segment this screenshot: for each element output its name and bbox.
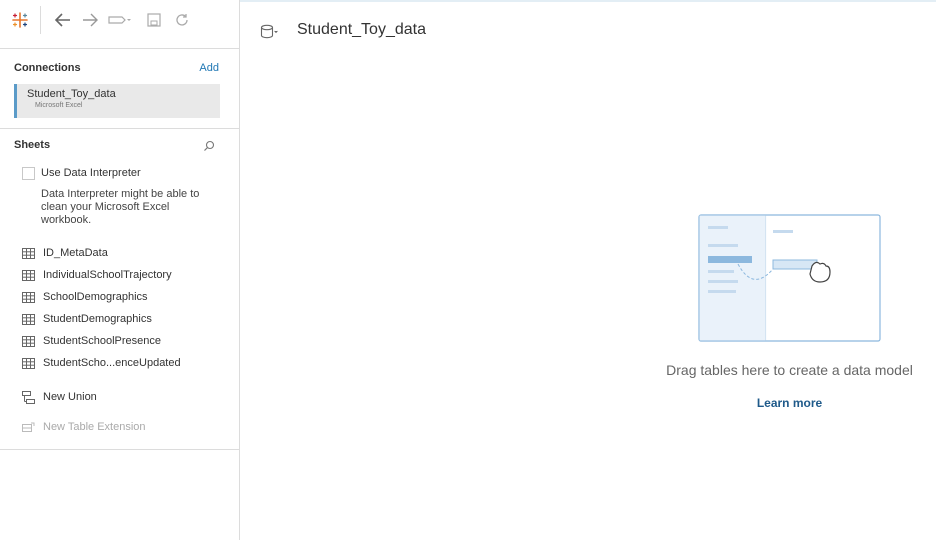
data-model-canvas[interactable]: Student_Toy_data Drag tables here to cre…	[241, 0, 936, 540]
learn-more-link[interactable]: Learn more	[652, 396, 927, 410]
new-union-label: New Union	[43, 391, 97, 403]
sheet-label: ID_MetaData	[43, 247, 108, 259]
connection-item[interactable]: Student_Toy_data Microsoft Excel	[14, 84, 220, 118]
sheet-item[interactable]: StudentDemographics	[22, 311, 152, 327]
data-interpreter-checkbox[interactable]	[22, 167, 35, 180]
data-interpreter-description: Data Interpreter might be able to clean …	[41, 188, 200, 226]
toolbar-divider	[0, 48, 240, 49]
connection-name: Student_Toy_data	[27, 88, 116, 100]
sheet-item[interactable]: ID_MetaData	[22, 245, 108, 261]
table-icon	[22, 335, 35, 347]
sheet-label: StudentScho...enceUpdated	[43, 357, 181, 369]
table-extension-icon	[22, 422, 35, 432]
new-union-item[interactable]: New Union	[22, 389, 97, 405]
connection-type: Microsoft Excel	[35, 102, 83, 109]
sheet-label: IndividualSchoolTrajectory	[43, 269, 172, 281]
save-icon[interactable]	[146, 10, 162, 30]
datasource-title[interactable]: Student_Toy_data	[297, 21, 426, 39]
table-icon	[22, 269, 35, 281]
table-icon	[22, 313, 35, 325]
data-interpreter-label[interactable]: Use Data Interpreter	[41, 167, 141, 179]
refresh-icon[interactable]	[174, 10, 190, 30]
sheets-divider	[0, 449, 240, 450]
sheet-label: StudentSchoolPresence	[43, 335, 162, 347]
add-connection-link[interactable]: Add	[199, 62, 219, 74]
table-icon	[22, 291, 35, 303]
sheet-item[interactable]: IndividualSchoolTrajectory	[22, 267, 172, 283]
datasource-icon[interactable]	[260, 24, 278, 40]
new-table-extension-item: New Table Extension	[22, 419, 146, 435]
sheets-title: Sheets	[14, 139, 51, 151]
toolbar	[0, 0, 240, 40]
empty-canvas-message: Drag tables here to create a data model	[666, 362, 913, 378]
data-source-dropdown-icon[interactable]	[107, 10, 131, 30]
connections-divider	[0, 128, 240, 129]
connections-title: Connections	[14, 62, 81, 74]
table-icon	[22, 247, 35, 259]
new-table-extension-label: New Table Extension	[43, 421, 146, 433]
toolbar-separator	[40, 6, 41, 34]
data-model-illustration	[698, 214, 881, 342]
sheet-item[interactable]: StudentSchoolPresence	[22, 333, 161, 349]
sheet-label: SchoolDemographics	[43, 291, 148, 303]
tableau-logo-icon[interactable]	[10, 10, 30, 30]
union-icon	[22, 390, 35, 404]
search-icon[interactable]	[203, 139, 215, 151]
left-panel: Connections Add Student_Toy_data Microso…	[0, 0, 240, 540]
sheet-item[interactable]: SchoolDemographics	[22, 289, 148, 305]
forward-arrow-icon[interactable]	[81, 10, 99, 30]
back-arrow-icon[interactable]	[54, 10, 72, 30]
table-icon	[22, 357, 35, 369]
sheet-label: StudentDemographics	[43, 313, 152, 325]
sheet-item[interactable]: StudentScho...enceUpdated	[22, 355, 181, 371]
